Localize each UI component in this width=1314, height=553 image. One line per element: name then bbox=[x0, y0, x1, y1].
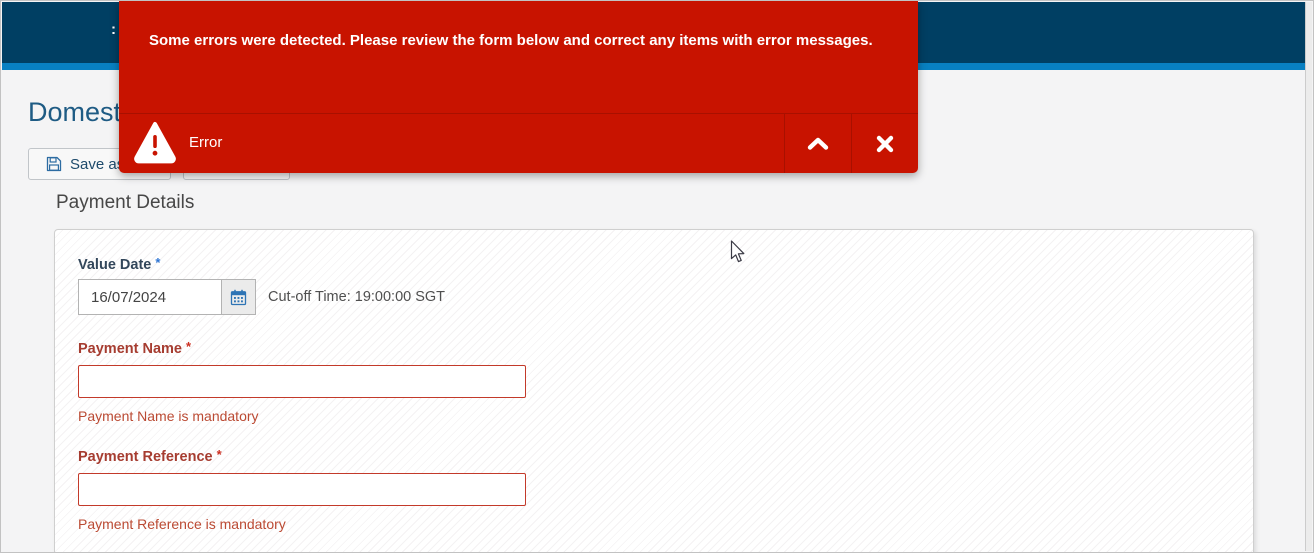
payment-name-label: Payment Name * bbox=[78, 339, 191, 357]
calendar-button[interactable] bbox=[221, 279, 256, 315]
calendar-icon bbox=[230, 289, 247, 306]
save-icon bbox=[46, 156, 62, 172]
scrollbar-track[interactable] bbox=[1305, 2, 1312, 551]
value-date-row: Cut-off Time: 19:00:00 SGT bbox=[78, 279, 445, 315]
page-title: Domest bbox=[28, 97, 121, 128]
error-title-row: Error bbox=[119, 114, 918, 173]
value-date-label: Value Date * bbox=[78, 255, 160, 273]
chevron-up-icon bbox=[807, 137, 829, 150]
warning-triangle-icon bbox=[133, 120, 177, 169]
payment-reference-input[interactable] bbox=[78, 473, 526, 506]
close-notification-button[interactable] bbox=[851, 114, 918, 173]
close-icon bbox=[876, 135, 894, 153]
mouse-cursor-icon bbox=[730, 240, 745, 268]
cutoff-time-text: Cut-off Time: 19:00:00 SGT bbox=[268, 289, 445, 305]
payment-details-panel: Value Date* Cut bbox=[54, 229, 1254, 553]
required-asterisk: * bbox=[186, 339, 191, 354]
payment-name-label-text: Payment Name bbox=[78, 341, 182, 357]
payment-details-heading: Payment Details bbox=[56, 192, 194, 214]
error-message-text: Some errors were detected. Please review… bbox=[149, 31, 888, 51]
app-window: : Domest Save as Payment Details Value D… bbox=[0, 0, 1314, 553]
payment-reference-label: Payment Reference * bbox=[78, 447, 222, 465]
payment-reference-error: Payment Reference is mandatory bbox=[78, 516, 286, 532]
value-date-label-text: Value Date bbox=[78, 257, 151, 273]
header-text-fragment: : bbox=[111, 21, 116, 38]
save-as-button-label: Save as bbox=[70, 156, 124, 173]
payment-reference-label-text: Payment Reference bbox=[78, 449, 213, 465]
payment-name-input[interactable] bbox=[78, 365, 526, 398]
value-date-input[interactable] bbox=[78, 279, 221, 315]
collapse-notification-button[interactable] bbox=[784, 114, 851, 173]
error-title-label: Error bbox=[189, 134, 222, 151]
error-notification: Some errors were detected. Please review… bbox=[119, 1, 918, 173]
required-asterisk: * bbox=[155, 255, 160, 270]
required-asterisk: * bbox=[217, 447, 222, 462]
payment-name-error: Payment Name is mandatory bbox=[78, 408, 259, 424]
